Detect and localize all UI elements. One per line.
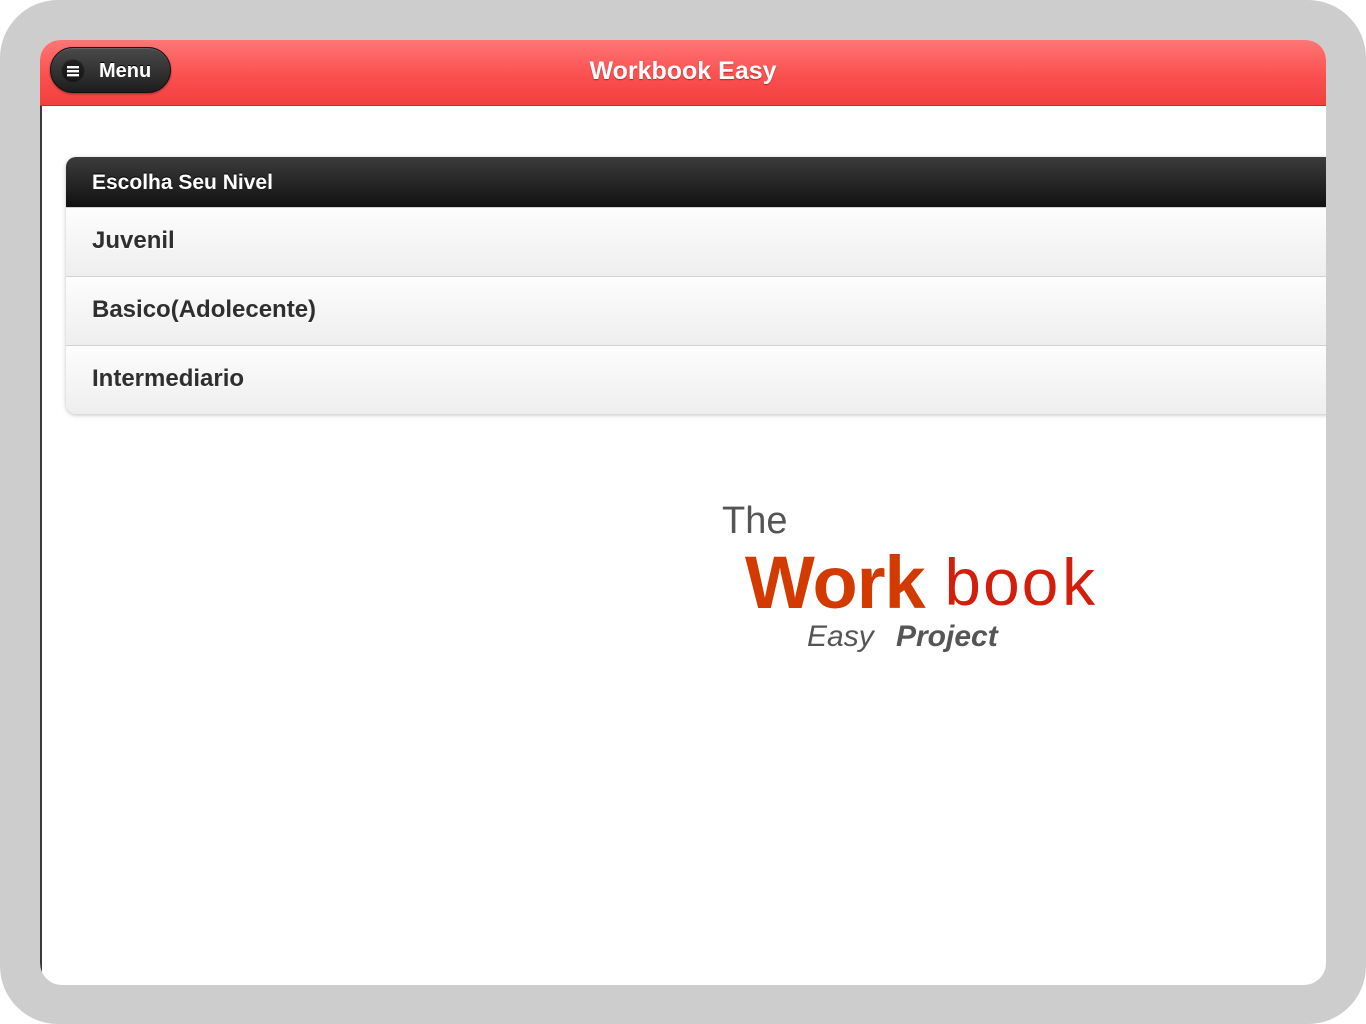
logo-easy-text: Easy: [807, 620, 874, 653]
screen-edge-divider: [40, 106, 42, 981]
level-item-intermediario[interactable]: Intermediario: [66, 345, 1326, 414]
level-list-heading: Escolha Seu Nivel: [66, 157, 1326, 207]
app-header: Menu Workbook Easy: [40, 40, 1326, 106]
page-title: Workbook Easy: [589, 57, 777, 85]
logo-work-text: Work: [745, 541, 926, 624]
app-screen: Menu Workbook Easy Escolha Seu Nivel Juv…: [40, 40, 1326, 985]
logo-project-text: Project: [896, 620, 998, 653]
logo-book-text: book: [943, 550, 1098, 625]
level-item-juvenil[interactable]: Juvenil: [66, 207, 1326, 276]
tablet-frame: Menu Workbook Easy Escolha Seu Nivel Juv…: [0, 0, 1366, 1024]
menu-button-label: Menu: [99, 60, 152, 82]
logo-the-text: The: [722, 500, 788, 542]
level-item-basico[interactable]: Basico(Adolecente): [66, 276, 1326, 345]
workbook-logo: The Work book Easy Project: [720, 495, 1150, 675]
level-list: Escolha Seu Nivel Juvenil Basico(Adolece…: [66, 157, 1326, 414]
hamburger-icon: [61, 59, 85, 83]
menu-button[interactable]: Menu: [50, 47, 171, 93]
